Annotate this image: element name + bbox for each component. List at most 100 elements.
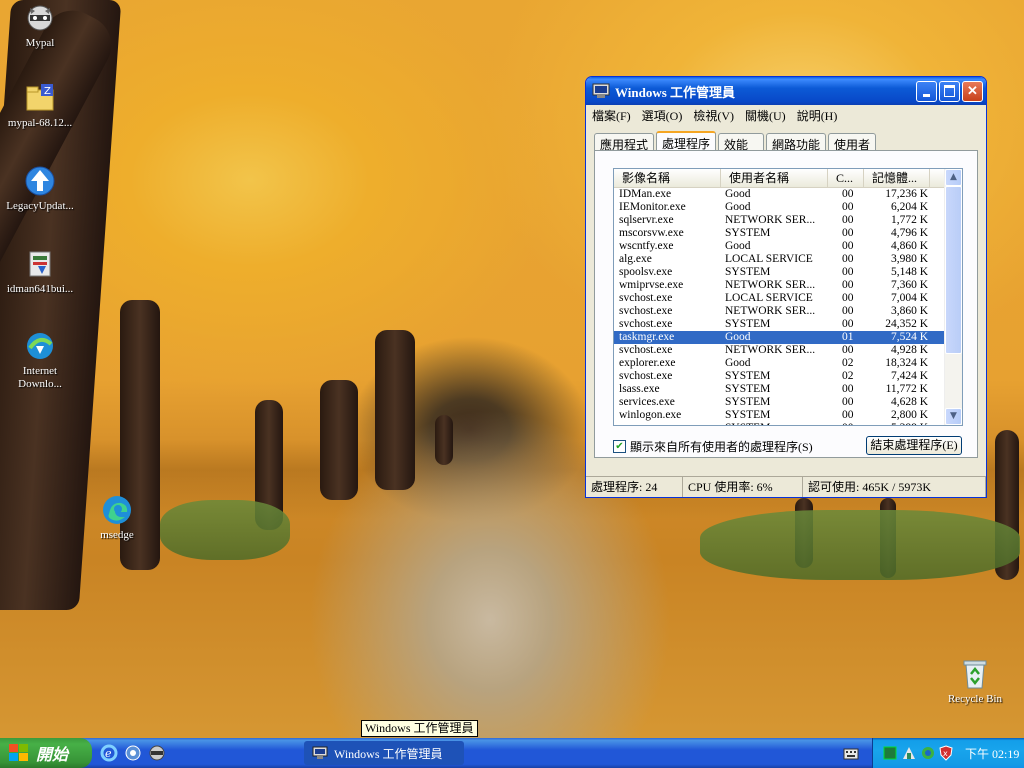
scroll-thumb[interactable] [945, 186, 962, 354]
menu-help[interactable]: 說明(H) [797, 107, 838, 124]
process-user-name: Good [725, 188, 751, 200]
process-cpu: 00 [842, 409, 854, 421]
desktop-icon-label: Mypal [25, 37, 55, 49]
process-image-name: services.exe [619, 396, 675, 408]
window-title: Windows 工作管理員 [615, 84, 736, 100]
scroll-down-button[interactable]: ▼ [945, 408, 962, 425]
tree-trunk [435, 415, 453, 465]
start-label: 開始 [36, 745, 69, 764]
minimize-icon [923, 93, 930, 97]
column-memory[interactable]: 記憶體... [864, 169, 930, 187]
process-cpu: 00 [828, 422, 864, 425]
process-row[interactable]: lsass.exe SYSTEM 00 11,772 K [614, 383, 962, 396]
process-row[interactable]: services.exe SYSTEM 00 4,628 K [614, 396, 962, 409]
chevron-up-icon: ▲ [950, 172, 957, 182]
network-tray-icon[interactable] [901, 745, 917, 761]
ie-icon[interactable]: e [100, 744, 118, 762]
minimize-button[interactable] [916, 80, 937, 102]
desktop-icon-internet-download-manager[interactable]: Internet Downlo... [0, 330, 80, 391]
process-row[interactable]: IEMonitor.exe Good 00 6,204 K [614, 201, 962, 214]
taskbar: 開始 e Windows 工作管理員 x 下午 02:19 [0, 738, 1024, 768]
maximize-button[interactable] [939, 80, 960, 102]
process-user-name: SYSTEM [725, 383, 771, 395]
svg-text:x: x [943, 749, 948, 758]
process-row[interactable]: csrss.exeSYSTEM005,388 K [614, 422, 962, 425]
process-memory: 11,772 K [885, 383, 928, 395]
process-row[interactable]: svchost.exe LOCAL SERVICE 00 7,004 K [614, 292, 962, 305]
process-row[interactable]: IDMan.exe Good 00 17,236 K [614, 188, 962, 201]
desktop-icon-idman-installer[interactable]: idman641bui... [0, 248, 80, 296]
svg-text:e: e [105, 747, 112, 760]
process-memory: 6,204 K [890, 201, 928, 213]
vertical-scrollbar[interactable]: ▲ ▼ [944, 169, 962, 425]
desktop-icon-recycle-bin[interactable]: Recycle Bin [935, 658, 1015, 706]
menu-view[interactable]: 檢視(V) [693, 107, 734, 124]
process-image-name: taskmgr.exe [619, 331, 675, 343]
desktop-icon-label: Internet Downlo... [18, 365, 62, 390]
process-row[interactable]: svchost.exe NETWORK SER... 00 4,928 K [614, 344, 962, 357]
desktop-icon-mypal-zip[interactable]: Z mypal-68.12... [0, 82, 80, 130]
menu-shutdown[interactable]: 關機(U) [745, 107, 786, 124]
process-cpu: 00 [842, 227, 854, 239]
task-manager-icon [312, 746, 328, 759]
update-tray-icon[interactable] [920, 745, 936, 761]
scroll-up-button[interactable]: ▲ [945, 169, 962, 186]
process-row[interactable]: winlogon.exe SYSTEM 00 2,800 K [614, 409, 962, 422]
process-row[interactable]: alg.exe LOCAL SERVICE 00 3,980 K [614, 253, 962, 266]
process-list[interactable]: 影像名稱 使用者名稱 C... 記憶體... IDMan.exe Good 00 17… [613, 168, 963, 426]
process-memory: 7,360 K [890, 279, 928, 291]
desktop-icon-mypal[interactable]: Mypal [0, 2, 80, 50]
column-image-name[interactable]: 影像名稱 [614, 169, 721, 187]
mypal-browser-icon[interactable] [124, 744, 142, 762]
process-image-name: mscorsvw.exe [619, 227, 684, 239]
taskbar-tooltip: Windows 工作管理員 [361, 720, 478, 737]
process-image-name: wscntfy.exe [619, 240, 674, 252]
process-row[interactable]: svchost.exe SYSTEM 00 24,352 K [614, 318, 962, 331]
process-row[interactable]: mscorsvw.exe SYSTEM 00 4,796 K [614, 227, 962, 240]
process-user-name: NETWORK SER... [725, 279, 816, 291]
process-cpu: 00 [842, 253, 854, 265]
security-shield-icon[interactable]: x [939, 745, 953, 761]
desktop-icon-msedge[interactable]: msedge [77, 494, 157, 542]
menu-options[interactable]: 選項(O) [642, 107, 683, 124]
checkmark-icon: ✔ [613, 440, 626, 453]
title-bar[interactable]: Windows 工作管理員 ✕ [586, 77, 986, 105]
status-commit-charge: 認可使用: 465K / 5973K [803, 477, 986, 497]
process-memory: 7,524 K [890, 331, 928, 343]
process-image-name: alg.exe [619, 253, 652, 265]
process-user-name: SYSTEM [721, 422, 828, 425]
process-row[interactable]: wmiprvse.exe NETWORK SER... 00 7,360 K [614, 279, 962, 292]
process-row[interactable]: svchost.exe SYSTEM 02 7,424 K [614, 370, 962, 383]
process-row[interactable]: sqlservr.exe NETWORK SER... 00 1,772 K [614, 214, 962, 227]
desktop-icon-legacyupdate[interactable]: LegacyUpdat... [0, 165, 80, 213]
process-image-name: IDMan.exe [619, 188, 672, 200]
raccoon-icon[interactable] [148, 744, 166, 762]
process-memory: 7,004 K [890, 292, 928, 304]
desktop-icon-label: msedge [100, 529, 134, 541]
process-row[interactable]: explorer.exe Good 02 18,324 K [614, 357, 962, 370]
process-cpu: 00 [842, 383, 854, 395]
column-user-name[interactable]: 使用者名稱 [721, 169, 828, 187]
process-row[interactable]: spoolsv.exe SYSTEM 00 5,148 K [614, 266, 962, 279]
taskbar-button-task-manager[interactable]: Windows 工作管理員 [304, 741, 464, 765]
process-user-name: LOCAL SERVICE [725, 253, 813, 265]
process-memory: 4,860 K [890, 240, 928, 252]
process-memory: 1,772 K [890, 214, 928, 226]
process-row[interactable]: svchost.exe NETWORK SER... 00 3,860 K [614, 305, 962, 318]
close-button[interactable]: ✕ [962, 80, 983, 102]
process-memory: 7,424 K [890, 370, 928, 382]
keyboard-icon[interactable] [843, 747, 859, 761]
process-image-name: winlogon.exe [619, 409, 682, 421]
quick-launch: e [100, 744, 166, 762]
raccoon-icon [24, 2, 56, 34]
menu-file[interactable]: 檔案(F) [592, 107, 631, 124]
show-all-users-label: 顯示來自所有使用者的處理程序(S) [630, 440, 813, 454]
monitor-tray-icon[interactable] [883, 746, 897, 760]
clock[interactable]: 下午 02:19 [965, 745, 1019, 762]
show-all-users-checkbox[interactable]: ✔ 顯示來自所有使用者的處理程序(S) [613, 438, 813, 455]
end-process-button[interactable]: 結束處理程序(E) [866, 436, 962, 455]
column-cpu[interactable]: C... [828, 169, 864, 187]
process-row[interactable]: wscntfy.exe Good 00 4,860 K [614, 240, 962, 253]
start-button[interactable]: 開始 [0, 738, 92, 768]
process-row[interactable]: taskmgr.exe Good 01 7,524 K [614, 331, 962, 344]
